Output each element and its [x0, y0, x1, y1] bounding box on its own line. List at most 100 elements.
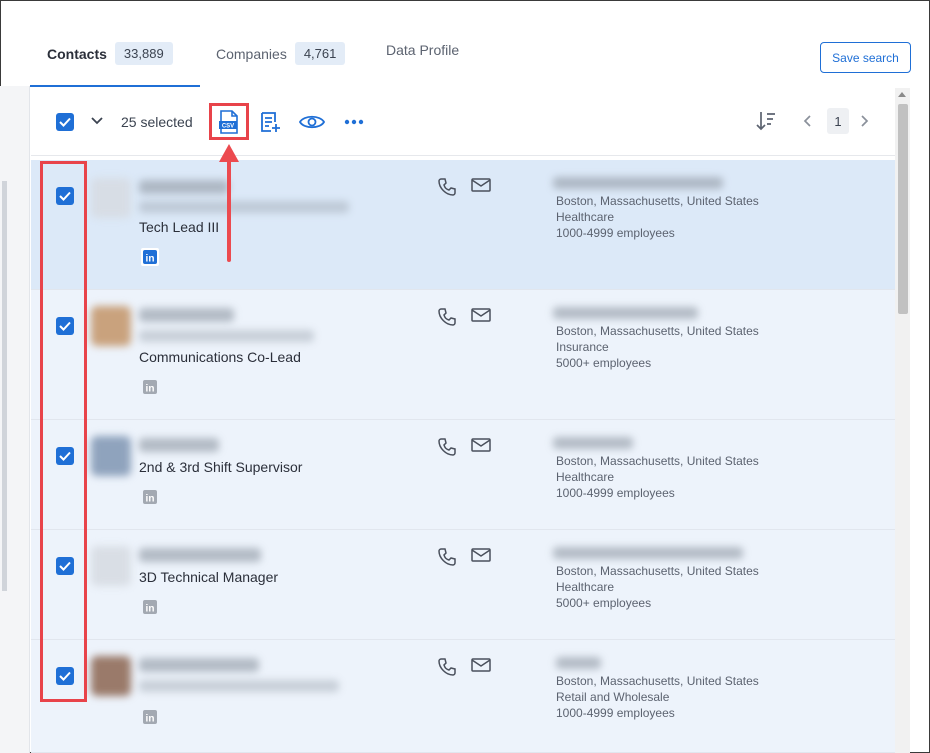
csv-highlight-box — [209, 103, 249, 140]
check-icon — [59, 117, 71, 127]
linkedin-icon[interactable]: in — [141, 488, 159, 506]
redacted-detail — [139, 330, 314, 342]
avatar — [91, 546, 131, 586]
company-location: Boston, Massachusetts, United States — [556, 454, 759, 468]
company-location: Boston, Massachusetts, United States — [556, 564, 759, 578]
svg-text:in: in — [146, 494, 155, 505]
job-title: Communications Co-Lead — [139, 349, 301, 365]
tab-bar: Contacts 33,889 Companies 4,761 Data Pro… — [30, 30, 910, 87]
results-toolbar: 25 selected CSV 1 — [31, 88, 895, 156]
company-info: Boston, Massachusetts, United States Ins… — [556, 323, 759, 371]
redacted-company — [553, 177, 723, 189]
svg-text:in: in — [146, 384, 155, 395]
redacted-name — [139, 658, 259, 672]
tab-data-profile-label: Data Profile — [386, 42, 460, 58]
contact-actions — [437, 177, 491, 197]
scrollbar-thumb[interactable] — [898, 104, 908, 314]
chevron-right-icon[interactable] — [859, 114, 869, 133]
panel-divider — [2, 181, 7, 591]
contact-row[interactable]: Communications Co-Lead in Boston, Massac… — [31, 290, 895, 420]
more-icon[interactable] — [340, 108, 368, 136]
company-info: Boston, Massachusetts, United States Hea… — [556, 563, 759, 611]
linkedin-icon[interactable]: in — [141, 378, 159, 396]
linkedin-icon[interactable]: in — [141, 708, 159, 726]
company-info: Boston, Massachusetts, United States Hea… — [556, 453, 759, 501]
sort-icon[interactable] — [755, 110, 777, 137]
svg-text:in: in — [146, 714, 155, 725]
redacted-detail — [139, 680, 339, 692]
checkbox-column-highlight — [40, 161, 87, 702]
selected-count: 25 selected — [121, 114, 193, 130]
company-location: Boston, Massachusetts, United States — [556, 674, 759, 688]
contact-row[interactable]: 2nd & 3rd Shift Supervisor in Boston, Ma… — [31, 420, 895, 530]
phone-icon[interactable] — [437, 657, 457, 677]
email-icon[interactable] — [471, 177, 491, 193]
company-industry: Insurance — [556, 340, 609, 354]
company-info: Boston, Massachusetts, United States Hea… — [556, 193, 759, 241]
active-tab-indicator — [30, 85, 200, 87]
company-industry: Healthcare — [556, 210, 615, 224]
eye-icon[interactable] — [298, 108, 326, 136]
redacted-name — [139, 438, 219, 452]
company-size: 5000+ employees — [556, 356, 652, 370]
tab-companies-count: 4,761 — [294, 42, 346, 65]
company-size: 1000-4999 employees — [556, 706, 675, 720]
linkedin-icon[interactable]: in — [141, 248, 159, 266]
tab-contacts-count: 33,889 — [114, 42, 173, 65]
tab-companies-label: Companies — [216, 45, 287, 62]
email-icon[interactable] — [471, 307, 491, 323]
svg-text:in: in — [146, 604, 155, 615]
svg-text:in: in — [146, 254, 155, 265]
contact-actions — [437, 437, 491, 457]
redacted-company — [553, 307, 698, 319]
company-location: Boston, Massachusetts, United States — [556, 194, 759, 208]
add-to-list-icon[interactable] — [256, 108, 284, 136]
contact-row[interactable]: Tech Lead III in Boston, Massachusetts, … — [31, 160, 895, 290]
company-industry: Healthcare — [556, 580, 615, 594]
job-title: Tech Lead III — [139, 219, 220, 235]
company-location: Boston, Massachusetts, United States — [556, 324, 759, 338]
company-size: 1000-4999 employees — [556, 226, 675, 240]
scroll-up-arrow[interactable] — [898, 92, 906, 97]
redacted-company — [553, 437, 633, 449]
tab-data-profile[interactable]: Data Profile — [386, 42, 459, 58]
tab-contacts[interactable]: Contacts 33,889 — [47, 42, 173, 65]
linkedin-icon[interactable]: in — [141, 598, 159, 616]
avatar — [91, 436, 131, 476]
redacted-name — [139, 308, 234, 322]
contact-row[interactable]: 3D Technical Manager in Boston, Massachu… — [31, 530, 895, 640]
company-size: 5000+ employees — [556, 596, 652, 610]
avatar — [91, 306, 131, 346]
tab-contacts-label: Contacts — [47, 45, 107, 62]
avatar — [91, 178, 131, 218]
contact-actions — [437, 547, 491, 567]
phone-icon[interactable] — [437, 547, 457, 567]
company-size: 1000-4999 employees — [556, 486, 675, 500]
contact-actions — [437, 307, 491, 327]
company-industry: Retail and Wholesale — [556, 690, 670, 704]
contact-actions — [437, 657, 491, 677]
job-title: 3D Technical Manager — [139, 569, 279, 585]
save-search-button[interactable]: Save search — [820, 42, 911, 73]
email-icon[interactable] — [471, 657, 491, 673]
select-all-checkbox[interactable] — [56, 113, 74, 131]
page-number: 1 — [827, 108, 849, 134]
chevron-down-icon[interactable] — [89, 113, 105, 129]
company-info: Boston, Massachusetts, United States Ret… — [556, 673, 759, 721]
phone-icon[interactable] — [437, 307, 457, 327]
phone-icon[interactable] — [437, 437, 457, 457]
job-title: 2nd & 3rd Shift Supervisor — [139, 459, 303, 475]
chevron-left-icon[interactable] — [803, 114, 813, 133]
left-panel-edge — [0, 86, 30, 753]
company-industry: Healthcare — [556, 470, 615, 484]
redacted-company — [553, 547, 743, 559]
phone-icon[interactable] — [437, 177, 457, 197]
email-icon[interactable] — [471, 437, 491, 453]
redacted-company — [556, 657, 601, 669]
contact-row[interactable]: in Boston, Massachusetts, United States … — [31, 640, 895, 753]
tab-companies[interactable]: Companies 4,761 — [216, 42, 346, 65]
email-icon[interactable] — [471, 547, 491, 563]
avatar — [91, 656, 131, 696]
annotation-arrow-icon — [219, 144, 239, 262]
redacted-name — [139, 548, 261, 562]
